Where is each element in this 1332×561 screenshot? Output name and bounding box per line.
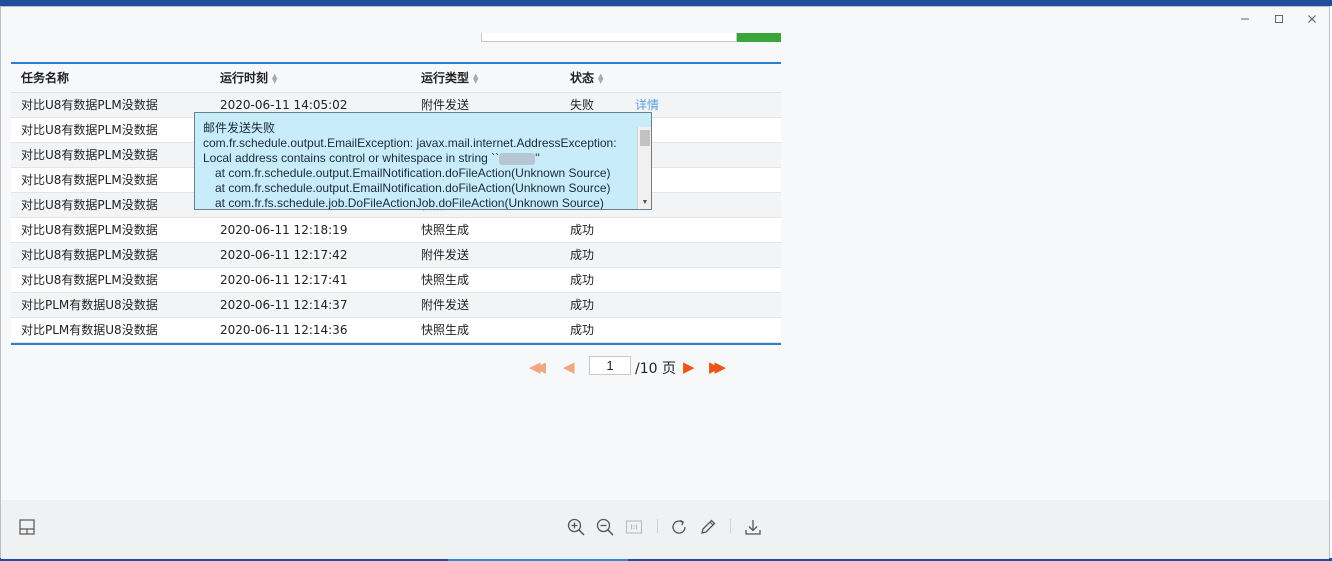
table-row[interactable]: 对比PLM有数据U8没数据 2020-06-11 12:14:37 附件发送 成功 — [11, 293, 781, 318]
search-button[interactable] — [737, 33, 781, 42]
table-row[interactable]: 对比U8有数据PLM没数据 2020-06-11 12:17:42 附件发送 成功 — [11, 243, 781, 268]
previous-page-icon[interactable]: ◀ — [563, 357, 575, 377]
status-cell: 成功 — [570, 273, 595, 287]
table-row[interactable]: 对比PLM有数据U8没数据 2020-06-11 12:14:36 快照生成 成功 — [11, 318, 781, 343]
run-type-cell: 附件发送 — [421, 298, 470, 312]
run-type-cell: 快照生成 — [421, 223, 470, 237]
run-time-cell: 2020-06-11 12:14:36 — [220, 323, 348, 337]
task-name-cell: 对比PLM有数据U8没数据 — [21, 298, 158, 312]
error-detail-tooltip: 邮件发送失败 com.fr.schedule.output.EmailExcep… — [194, 112, 652, 210]
last-page-icon[interactable]: ▶▶ — [709, 357, 726, 377]
zoom-in-icon[interactable] — [565, 516, 587, 538]
task-name-cell: 对比U8有数据PLM没数据 — [21, 198, 158, 212]
edit-pencil-icon[interactable] — [697, 516, 719, 538]
tooltip-line: com.fr.schedule.output.EmailException: j… — [203, 136, 617, 150]
status-cell: 成功 — [570, 323, 595, 337]
close-icon[interactable] — [1302, 11, 1322, 29]
run-time-cell: 2020-06-11 12:14:37 — [220, 298, 348, 312]
minimize-icon[interactable] — [1235, 11, 1255, 29]
tooltip-line: at com.fr.schedule.output.EmailNotificat… — [215, 181, 611, 195]
scroll-thumb[interactable] — [640, 130, 650, 146]
actual-size-icon[interactable] — [623, 516, 645, 538]
task-name-cell: 对比U8有数据PLM没数据 — [21, 98, 158, 112]
title-bar — [1, 7, 1329, 33]
table-header: 任务名称 运行时刻 ▲ ▼ 运行类型 ▲ ▼ 状态 ▲ ▼ — [11, 64, 781, 93]
search-input[interactable] — [481, 33, 737, 42]
task-name-cell: 对比U8有数据PLM没数据 — [21, 148, 158, 162]
task-name-cell: 对比U8有数据PLM没数据 — [21, 123, 158, 137]
rotate-icon[interactable] — [668, 516, 690, 538]
table-row[interactable]: 对比U8有数据PLM没数据 2020-06-11 12:17:41 快照生成 成功 — [11, 268, 781, 293]
task-name-cell: 对比U8有数据PLM没数据 — [21, 248, 158, 262]
total-pages-label: /10 页 — [635, 361, 676, 377]
bottom-toolbar — [1, 500, 1329, 559]
status-cell: 成功 — [570, 248, 595, 262]
run-time-cell: 2020-06-11 12:17:41 — [220, 273, 348, 287]
run-type-cell: 附件发送 — [421, 248, 470, 262]
toolbar-divider — [730, 519, 731, 533]
column-header-task-name: 任务名称 — [21, 71, 70, 85]
column-header-run-type[interactable]: 运行类型 ▲ ▼ — [421, 64, 478, 93]
tooltip-title: 邮件发送失败 — [203, 121, 276, 135]
tooltip-line: at com.fr.fs.schedule.job.DoFileActionJo… — [215, 196, 604, 210]
task-name-cell: 对比U8有数据PLM没数据 — [21, 273, 158, 287]
run-type-cell: 快照生成 — [421, 323, 470, 337]
download-icon[interactable] — [742, 516, 764, 538]
zoom-out-icon[interactable] — [594, 516, 616, 538]
first-page-icon[interactable]: ◀◀ — [529, 357, 546, 377]
run-time-cell: 2020-06-11 12:18:19 — [220, 223, 348, 237]
task-name-cell: 对比U8有数据PLM没数据 — [21, 223, 158, 237]
redacted-address — [499, 152, 536, 165]
run-type-cell: 快照生成 — [421, 273, 470, 287]
tooltip-line: at com.fr.schedule.output.EmailNotificat… — [215, 166, 611, 180]
page-number-input[interactable] — [589, 356, 631, 375]
pagination: ◀◀ ◀ /10 页 ▶ ▶▶ — [529, 356, 739, 378]
column-header-status[interactable]: 状态 ▲ ▼ — [570, 64, 603, 93]
table-row[interactable]: 对比U8有数据PLM没数据 2020-06-11 12:18:19 快照生成 成功 — [11, 218, 781, 243]
column-header-run-time[interactable]: 运行时刻 ▲ ▼ — [220, 64, 277, 93]
scroll-down-icon[interactable]: ▼ — [638, 197, 651, 209]
tooltip-line: Local address contains control or whites… — [203, 151, 540, 165]
tooltip-scrollbar[interactable]: ▲ ▼ — [637, 127, 651, 209]
task-name-cell: 对比PLM有数据U8没数据 — [21, 323, 158, 337]
toolbar-divider — [657, 519, 658, 533]
panel-layout-icon[interactable] — [16, 516, 38, 538]
status-cell: 成功 — [570, 223, 595, 237]
maximize-icon[interactable] — [1269, 11, 1289, 29]
sort-icon[interactable]: ▲ ▼ — [473, 72, 478, 84]
sort-icon[interactable]: ▲ ▼ — [598, 72, 603, 84]
next-page-icon[interactable]: ▶ — [683, 357, 695, 377]
sort-icon[interactable]: ▲ ▼ — [272, 72, 277, 84]
run-time-cell: 2020-06-11 12:17:42 — [220, 248, 348, 262]
status-cell: 成功 — [570, 298, 595, 312]
task-name-cell: 对比U8有数据PLM没数据 — [21, 173, 158, 187]
dialog-window: 任务名称 运行时刻 ▲ ▼ 运行类型 ▲ ▼ 状态 ▲ ▼ 对比U8有数据PLM没数据 202… — [0, 6, 1330, 559]
